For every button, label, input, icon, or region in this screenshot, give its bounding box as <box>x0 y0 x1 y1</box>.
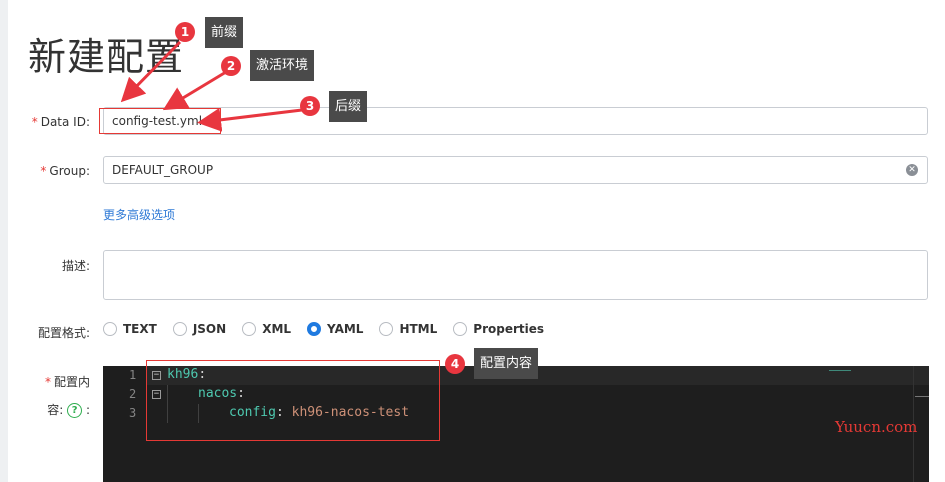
annotation-badge-4: 4 <box>445 354 465 374</box>
annotation-tip-1: 前缀 <box>205 17 244 48</box>
annotation-tip-4: 配置内容 <box>474 348 539 379</box>
annotation-arrows <box>120 40 303 132</box>
arrow-suffix <box>197 107 303 132</box>
annotation-badge-2: 2 <box>221 56 241 76</box>
annotation-tip-2: 激活环境 <box>250 50 315 81</box>
annotation-badge-1: 1 <box>175 22 195 42</box>
annotation-badge-3: 3 <box>300 96 320 116</box>
arrow-profile <box>162 70 227 111</box>
arrow-prefix <box>120 40 182 103</box>
watermark: Yuucn.com <box>835 418 918 436</box>
annotation-tip-3: 后缀 <box>329 91 368 122</box>
